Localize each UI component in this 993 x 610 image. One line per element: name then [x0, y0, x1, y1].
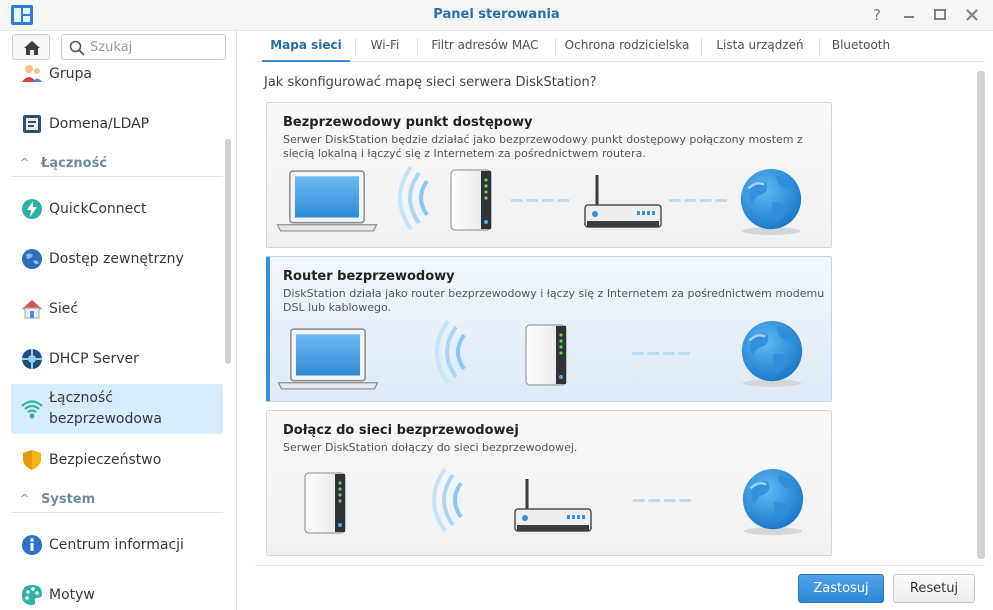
sidebar-item-label: Motyw: [49, 586, 95, 603]
tab-divider: [355, 38, 356, 55]
home-icon: [24, 41, 40, 55]
section-connectivity[interactable]: ^ Łączność: [11, 153, 223, 177]
sidebar-item-label: Bezpieczeństwo: [49, 451, 162, 468]
section-label: System: [41, 492, 96, 507]
external-access-icon: [22, 249, 42, 269]
internet-globe-icon: [739, 167, 803, 237]
apply-button[interactable]: Zastosuj: [798, 574, 884, 603]
chevron-up-icon: ^: [20, 156, 30, 169]
minimize-icon[interactable]: [898, 4, 920, 26]
window-title: Panel sterowania: [433, 7, 560, 22]
sidebar-item-label: QuickConnect: [49, 200, 147, 217]
tab-bluetooth[interactable]: Bluetooth: [823, 31, 899, 62]
sidebar-item-theme[interactable]: Motyw: [11, 582, 223, 608]
internet-globe-icon: [741, 467, 805, 537]
tab-mac-filter[interactable]: Filtr adresów MAC: [421, 31, 549, 62]
network-icon: [22, 300, 42, 319]
sidebar-item-security[interactable]: Bezpieczeństwo: [11, 447, 223, 473]
connection-line: [633, 499, 691, 502]
help-icon[interactable]: ?: [866, 4, 888, 26]
tab-divider: [701, 38, 702, 55]
quickconnect-icon: [22, 199, 42, 219]
sidebar-item-wireless[interactable]: Łączność bezprzewodowa: [11, 384, 223, 434]
group-icon: [22, 65, 42, 82]
diskstation-icon: [304, 472, 346, 534]
sidebar-item-dhcp-server[interactable]: DHCP Server: [11, 346, 223, 372]
connection-line: [669, 199, 727, 202]
sidebar-item-label: Centrum informacji: [49, 536, 184, 553]
internet-globe-icon: [740, 319, 804, 389]
router-icon: [583, 173, 663, 229]
sidebar-item-info-center[interactable]: Centrum informacji: [11, 532, 223, 558]
dhcp-icon: [22, 349, 42, 369]
tab-bar: Mapa sieci Wi-Fi Filtr adresów MAC Ochro…: [255, 31, 985, 62]
laptop-icon: [277, 328, 379, 390]
join-network-diagram: [304, 467, 805, 537]
tab-wifi[interactable]: Wi-Fi: [359, 31, 411, 62]
chevron-up-icon: ^: [20, 492, 30, 505]
reset-button[interactable]: Resetuj: [893, 574, 975, 603]
network-map-question: Jak skonfigurować mapę sieci serwera Dis…: [264, 75, 597, 90]
info-icon: [22, 535, 42, 555]
section-system[interactable]: ^ System: [11, 489, 223, 513]
sidebar-item-domain-ldap[interactable]: Domena/LDAP: [11, 111, 223, 137]
sidebar-item-group[interactable]: Grupa: [11, 62, 223, 86]
sidebar-scrollbar[interactable]: [225, 139, 231, 364]
shield-icon: [23, 450, 41, 470]
footer-divider: [255, 565, 985, 566]
wireless-waves-icon: [398, 165, 429, 231]
search-input[interactable]: [90, 38, 220, 56]
section-label: Łączność: [41, 156, 108, 171]
option-wireless-access-point[interactable]: Bezprzewodowy punkt dostępowy Serwer Dis…: [266, 102, 832, 248]
connection-line: [632, 352, 690, 355]
sidebar-item-external-access[interactable]: Dostęp zewnętrzny: [11, 246, 223, 272]
domain-icon: [23, 115, 41, 133]
tab-network-map[interactable]: Mapa sieci: [262, 31, 350, 62]
sidebar-item-network[interactable]: Sieć: [11, 296, 223, 322]
wireless-waves-icon: [435, 319, 466, 385]
content-scrollbar[interactable]: [977, 71, 985, 559]
sidebar-item-label-line1: Łączność: [49, 390, 113, 406]
option-join-wireless-network[interactable]: Dołącz do sieci bezprzewodowej Serwer Di…: [266, 410, 832, 556]
option-wireless-router[interactable]: Router bezprzewodowy DiskStation działa …: [266, 256, 832, 402]
theme-icon: [22, 585, 42, 605]
tab-divider: [417, 38, 418, 55]
home-button[interactable]: [12, 34, 50, 60]
connection-line: [511, 199, 569, 202]
close-icon[interactable]: [961, 4, 983, 26]
search-box[interactable]: [61, 34, 226, 60]
sidebar-item-label: Domena/LDAP: [49, 115, 150, 132]
title-bar: Panel sterowania ?: [0, 0, 993, 31]
tab-device-list[interactable]: Lista urządzeń: [705, 31, 815, 62]
tab-divider: [819, 38, 820, 55]
tab-parental-control[interactable]: Ochrona rodzicielska: [559, 31, 695, 62]
router-icon: [513, 477, 593, 533]
wireless-waves-icon: [432, 467, 463, 533]
diskstation-icon: [525, 324, 567, 386]
sidebar: Grupa Domena/LDAP ^ Łączność QuickConnec…: [0, 31, 237, 610]
sidebar-item-label: Sieć: [49, 300, 79, 317]
tab-divider: [555, 38, 556, 55]
wireless-router-diagram: [277, 319, 804, 390]
laptop-icon: [276, 170, 378, 232]
sidebar-item-label-line2: bezprzewodowa: [49, 411, 162, 427]
access-point-diagram: [276, 165, 803, 237]
sidebar-item-label: DHCP Server: [49, 350, 139, 367]
sidebar-item-label: Dostęp zewnętrzny: [49, 250, 184, 267]
wireless-icon: [21, 400, 43, 419]
diskstation-icon: [450, 169, 492, 231]
sidebar-item-label: Grupa: [49, 65, 92, 82]
sidebar-item-quickconnect[interactable]: QuickConnect: [11, 196, 223, 222]
search-icon: [69, 40, 85, 56]
maximize-icon[interactable]: [929, 4, 951, 26]
